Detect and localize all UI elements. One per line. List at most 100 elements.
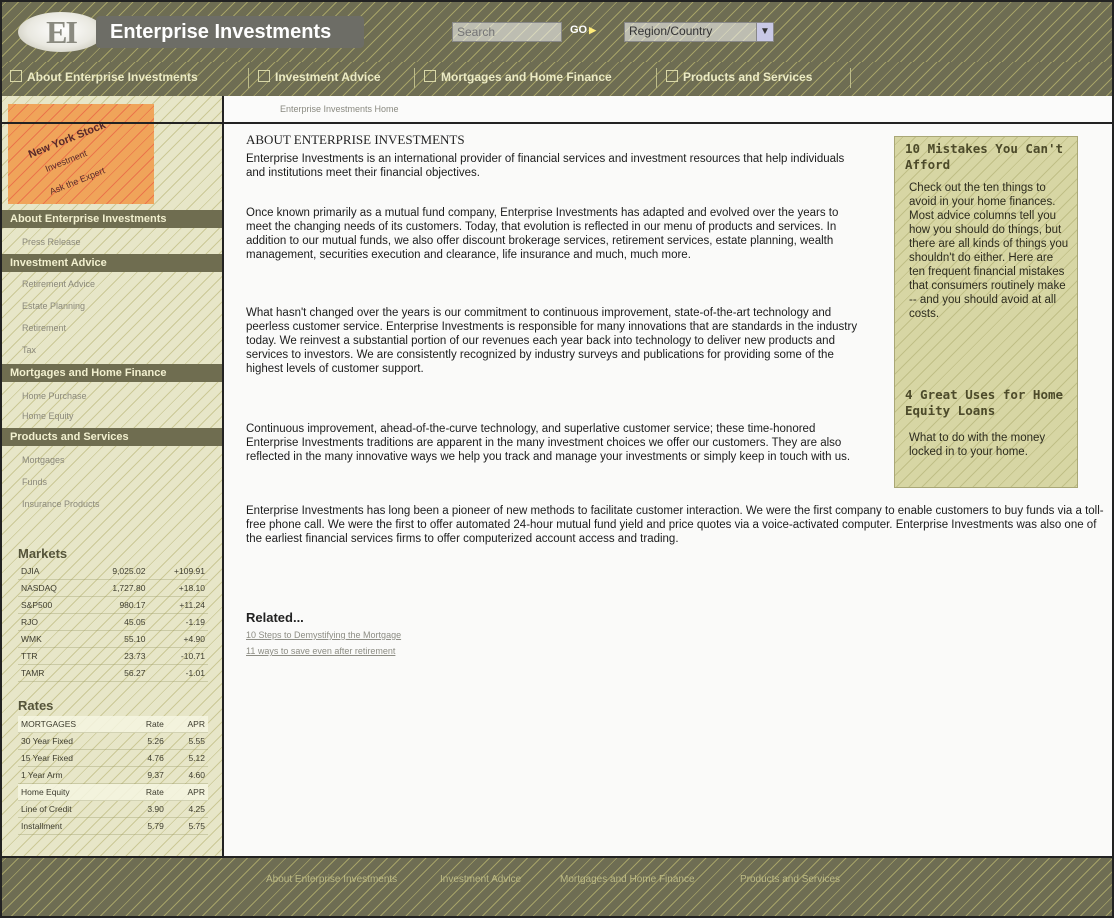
feature-title[interactable]: 10 Mistakes You Can't Afford	[905, 141, 1075, 173]
sidebar-link[interactable]: Retirement Advice	[0, 276, 224, 292]
rate-value: 5.79	[124, 817, 167, 835]
chevron-down-icon[interactable]: ▼	[756, 23, 773, 41]
paragraph: Enterprise Investments has long been a p…	[246, 505, 1104, 545]
frame-border	[0, 0, 1114, 2]
market-change: +11.24	[148, 596, 208, 614]
rate-label: 30 Year Fixed	[18, 732, 125, 750]
market-symbol: S&P500	[18, 596, 86, 614]
related-link[interactable]: 11 ways to save even after retirement	[246, 646, 395, 656]
sidebar-link[interactable]: Press Release	[0, 234, 224, 250]
footer-link-mortgages[interactable]: Mortgages and Home Finance	[560, 874, 695, 885]
market-value: 55.10	[85, 630, 149, 648]
sidebar-heading-products[interactable]: Products and Services	[0, 428, 224, 446]
promo-banner[interactable]: New York Stock Investment Ask the Expert	[8, 104, 154, 204]
feature-title[interactable]: 4 Great Uses for Home Equity Loans	[905, 387, 1075, 419]
rate-apr: 5.75	[166, 817, 208, 835]
rate-apr: 4.60	[166, 766, 208, 784]
region-country-select[interactable]: Region/Country ▼	[624, 22, 774, 42]
breadcrumb-bar: Enterprise Investments Home	[224, 96, 1114, 123]
rate-value: 5.26	[124, 732, 167, 750]
sidebar-feature-box: 10 Mistakes You Can't Afford Check out t…	[894, 136, 1078, 488]
rate-label: MORTGAGES	[18, 716, 125, 733]
sidebar-link[interactable]: Estate Planning	[0, 298, 224, 314]
search-input[interactable]	[452, 22, 562, 42]
table-row: Line of Credit 3.90 4.25	[18, 800, 208, 818]
paragraph: Enterprise Investments is an internation…	[246, 153, 845, 179]
market-symbol: DJIA	[18, 563, 86, 580]
rate-value: Rate	[124, 716, 167, 733]
go-button[interactable]: GO ▶	[570, 24, 596, 36]
nav-item-label: Investment Advice	[275, 70, 381, 84]
feature-text: What to do with the money locked in to y…	[909, 432, 1046, 458]
rate-label: Home Equity	[18, 783, 125, 801]
frame-border	[222, 96, 224, 858]
rate-label: 15 Year Fixed	[18, 749, 125, 767]
sidebar-link[interactable]: Insurance Products	[0, 496, 224, 512]
sidebar-link[interactable]: Funds	[0, 474, 224, 490]
footer-link-products[interactable]: Products and Services	[740, 874, 840, 885]
market-symbol: TTR	[18, 647, 86, 665]
table-row: 30 Year Fixed 5.26 5.55	[18, 732, 208, 750]
market-change: +109.91	[148, 563, 208, 580]
sidebar-heading-investment-advice[interactable]: Investment Advice	[0, 254, 224, 272]
rate-label: 1 Year Arm	[18, 766, 125, 784]
sidebar-link[interactable]: Mortgages	[0, 452, 224, 468]
rate-apr: 5.55	[166, 732, 208, 750]
rate-value: Rate	[124, 783, 167, 801]
frame-border	[0, 0, 2, 918]
sidebar-link[interactable]: Home Equity	[0, 408, 224, 424]
rates-table: MORTGAGES Rate APR 30 Year Fixed 5.26 5.55 1…	[18, 716, 208, 835]
related-link[interactable]: 10 Steps to Demystifying the Mortgage	[246, 630, 401, 640]
rate-value: 4.76	[124, 749, 167, 767]
rate-apr: 5.12	[166, 749, 208, 767]
nav-item-label: About Enterprise Investments	[27, 70, 198, 84]
nav-item-products[interactable]: Products and Services	[666, 70, 812, 84]
nav-divider	[850, 68, 851, 88]
market-value: 56.27	[85, 664, 149, 682]
rate-value: 3.90	[124, 800, 167, 818]
paragraph: What hasn't changed over the years is ou…	[246, 307, 858, 375]
play-arrow-icon: ▶	[589, 25, 597, 35]
market-value: 9,025.02	[85, 563, 149, 580]
brand-title: Enterprise Investments	[96, 16, 364, 48]
rate-label: Installment	[18, 817, 125, 835]
sidebar-link[interactable]: Tax	[0, 342, 224, 358]
frame-border	[0, 856, 1114, 858]
table-row: S&P500 980.17 +11.24	[18, 596, 208, 614]
market-value: 1,727.80	[85, 579, 149, 597]
feature-text: Check out the ten things to avoid in you…	[909, 182, 1069, 320]
main-nav: About Enterprise Investments Investment …	[0, 62, 1114, 96]
footer-link-about[interactable]: About Enterprise Investments	[266, 874, 397, 885]
rate-apr: 4.25	[166, 800, 208, 818]
market-change: +18.10	[148, 579, 208, 597]
table-row: Installment 5.79 5.75	[18, 817, 208, 835]
markets-table: DJIA 9,025.02 +109.91 NASDAQ 1,727.80 +18.10…	[18, 563, 208, 682]
market-symbol: RJO	[18, 613, 86, 631]
sidebar-heading-about[interactable]: About Enterprise Investments	[0, 210, 224, 228]
header-bar: EI Enterprise Investments GO▶ Region/Cou…	[0, 0, 1114, 62]
rates-title: Rates	[18, 698, 54, 713]
square-bullet-icon	[10, 70, 22, 82]
sidebar-heading-mortgages[interactable]: Mortgages and Home Finance	[0, 364, 224, 382]
nav-item-investment-advice[interactable]: Investment Advice	[258, 70, 381, 84]
promo-line: Ask the Expert	[48, 165, 107, 197]
logo[interactable]: EI	[18, 12, 104, 52]
nav-item-label: Mortgages and Home Finance	[441, 70, 612, 84]
table-row: 1 Year Arm 9.37 4.60	[18, 766, 208, 784]
logo-text: EI	[46, 13, 78, 50]
market-change: -1.01	[148, 664, 208, 682]
table-row: TAMR 56.27 -1.01	[18, 664, 208, 682]
sidebar-link[interactable]: Home Purchase	[0, 388, 224, 404]
table-header-row: MORTGAGES Rate APR	[18, 716, 208, 733]
markets-title: Markets	[18, 546, 68, 561]
nav-divider	[414, 68, 415, 88]
market-change: -10.71	[148, 647, 208, 665]
sidebar-link[interactable]: Retirement	[0, 320, 224, 336]
breadcrumb[interactable]: Enterprise Investments Home	[280, 104, 399, 114]
related-heading: Related...	[246, 610, 304, 625]
table-row: NASDAQ 1,727.80 +18.10	[18, 579, 208, 597]
nav-divider	[248, 68, 249, 88]
nav-item-mortgages[interactable]: Mortgages and Home Finance	[424, 70, 612, 84]
nav-item-about[interactable]: About Enterprise Investments	[10, 70, 198, 84]
footer-link-investment-advice[interactable]: Investment Advice	[440, 874, 521, 885]
